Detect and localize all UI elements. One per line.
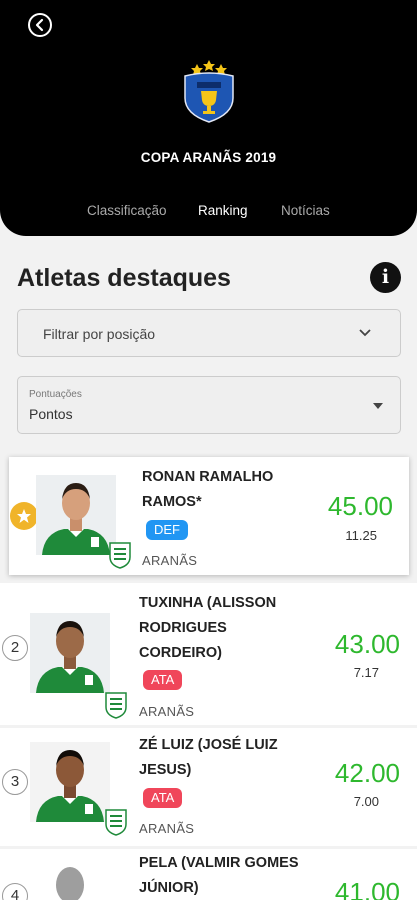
league-shield-logo <box>182 58 236 124</box>
score-type-select[interactable]: Pontuações Pontos <box>17 376 401 434</box>
tab-classificacao[interactable]: Classificação <box>87 203 167 218</box>
athlete-photo <box>30 742 110 822</box>
athlete-card[interactable]: 3 ZÉ LUIZ (JOSÉ LUIZ JESUS) ATA ARANÃS 4… <box>0 728 417 846</box>
athlete-name: TUXINHA (ALISSON RODRIGUES CORDEIRO) <box>139 595 277 661</box>
athlete-average: 7.00 <box>353 794 379 809</box>
position-badge: ATA <box>143 788 183 808</box>
tab-ranking[interactable]: Ranking <box>198 203 248 218</box>
athlete-average: 7.17 <box>353 665 379 680</box>
club-name: ARANÃS <box>139 704 195 719</box>
section-title: Atletas destaques <box>17 264 231 292</box>
club-name: ARANÃS <box>142 553 198 568</box>
position-badge: ATA <box>143 670 183 690</box>
star-icon <box>10 502 38 530</box>
athlete-points: 42.00 <box>334 758 400 788</box>
rank-badge: 4 <box>2 883 28 900</box>
back-arrow-icon[interactable] <box>28 13 52 37</box>
caret-down-icon <box>373 403 383 409</box>
athlete-points: 43.00 <box>334 629 400 659</box>
league-title: COPA ARANÃS 2019 <box>140 150 277 165</box>
athlete-photo <box>36 475 116 555</box>
athlete-name: ZÉ LUIZ (JOSÉ LUIZ JESUS) <box>139 737 278 778</box>
info-icon[interactable]: i <box>370 262 401 293</box>
athlete-photo <box>30 613 110 693</box>
chevron-down-icon <box>359 329 371 337</box>
athlete-card[interactable]: 4 PELA (VALMIR GOMES JÚNIOR) 41.00 <box>0 849 417 900</box>
athlete-card[interactable]: 2 TUXINHA (ALISSON RODRIGUES CORDEIRO) A… <box>0 583 417 725</box>
athlete-card[interactable]: RONAN RAMALHO RAMOS* DEF ARANÃS 45.00 11… <box>9 457 409 575</box>
club-crest-icon <box>104 808 128 836</box>
tab-bar: Classificação Ranking Notícias <box>0 203 417 223</box>
athlete-average: 11.25 <box>345 528 377 543</box>
athlete-photo-placeholder <box>30 855 110 900</box>
athlete-points: 41.00 <box>334 877 400 900</box>
select-value: Pontos <box>29 406 73 422</box>
select-label: Pontuações <box>29 389 82 400</box>
position-badge: DEF <box>146 520 188 540</box>
athlete-points: 45.00 <box>327 491 393 521</box>
club-crest-icon <box>104 691 128 719</box>
club-name: ARANÃS <box>139 821 195 836</box>
league-header: COPA ARANÃS 2019 Classificação Ranking N… <box>0 0 417 236</box>
position-filter-dropdown[interactable]: Filtrar por posição <box>17 309 401 357</box>
tab-noticias[interactable]: Notícias <box>281 203 330 218</box>
athlete-name: RONAN RAMALHO RAMOS* <box>142 469 274 510</box>
athlete-name: PELA (VALMIR GOMES JÚNIOR) <box>139 855 299 896</box>
club-crest-icon <box>108 541 132 569</box>
rank-badge: 3 <box>2 769 28 795</box>
filter-label: Filtrar por posição <box>43 326 156 342</box>
rank-badge: 2 <box>2 635 28 661</box>
